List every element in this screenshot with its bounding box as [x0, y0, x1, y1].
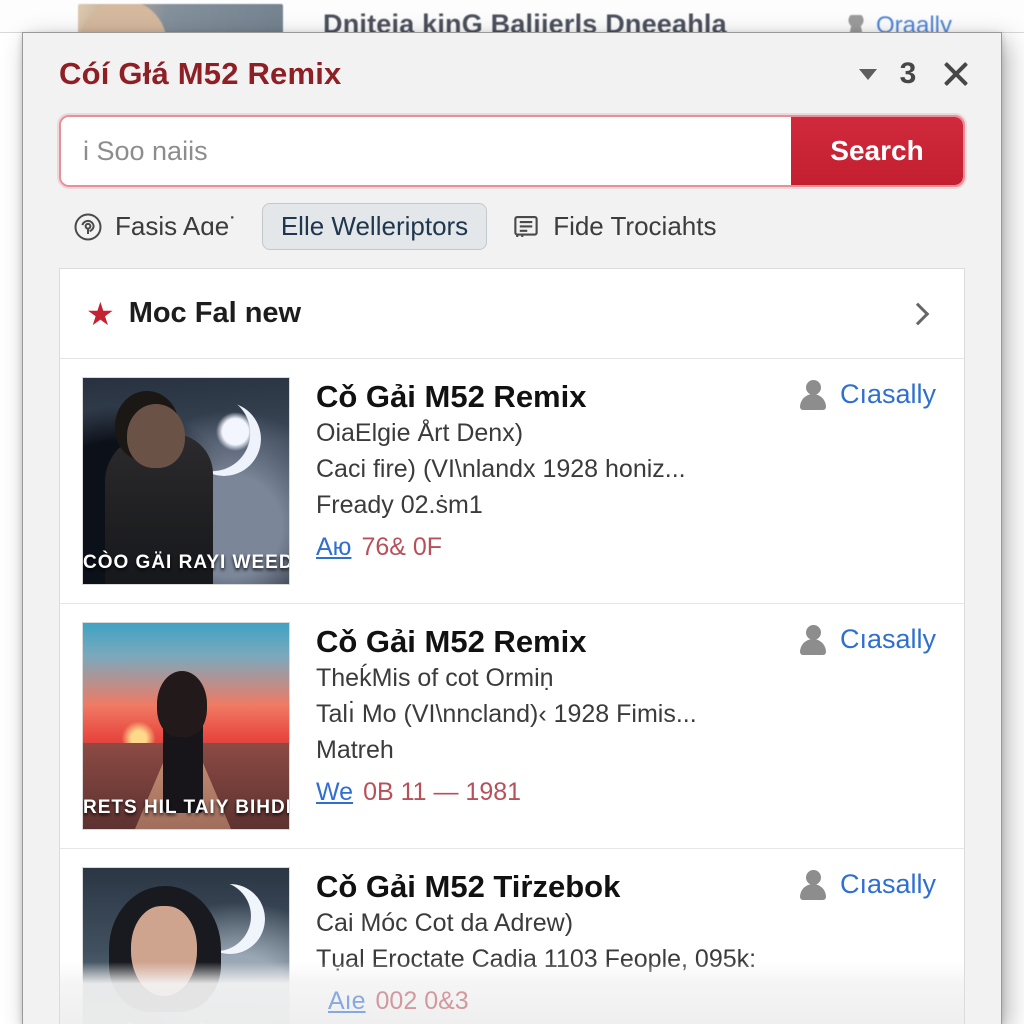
tab-label: Fide Trociahts: [553, 211, 717, 241]
thumbnail-face: [131, 906, 197, 996]
result-meta-stat: 76& 0F: [361, 533, 443, 562]
result-line-2: Tụal Eroctate Cadia 1103 Feople, 095k:: [316, 944, 757, 973]
thumbnail-hair: [157, 671, 207, 737]
tab-fide-trociahts[interactable]: Fide Trociahts: [497, 203, 730, 250]
person-icon: [799, 379, 826, 410]
result-meta-link[interactable]: We: [316, 778, 353, 806]
result-meta-link[interactable]: Аıe: [328, 987, 366, 1015]
result-meta-stat: 002 0&3: [375, 987, 469, 1015]
tab-fasis-age[interactable]: Fasis Aɑe˙: [59, 203, 252, 250]
result-meta-link[interactable]: Аю: [316, 533, 351, 561]
result-line-1: Cai Móc Cot da Adrew): [316, 908, 574, 937]
search-bar-container: Search: [23, 115, 1001, 187]
result-count-badge: 3: [899, 57, 917, 90]
result-thumbnail[interactable]: RETS HIL TAIY BIHDE: [82, 622, 290, 830]
dialog-titlebar: Cóí Głá M52 Remix 3: [23, 33, 1001, 115]
thumbnail-shirt: [99, 1021, 233, 1024]
section-title: Moc Fal new: [128, 297, 302, 329]
result-line-1: TheḱMis of cot Ormiṇ: [316, 663, 554, 692]
result-row[interactable]: RETS HIL TAIY BIHDE Cǒ Gải M52 Remix The…: [60, 604, 964, 849]
results-panel: ★ Moc Fal new CÒO GÄI RAYI WEEDER Cǒ Gải…: [59, 268, 965, 1024]
spiral-icon: [73, 212, 103, 242]
tab-label: Fasis Aɑe˙: [115, 211, 238, 241]
result-line-3: Matreh: [316, 736, 394, 765]
result-meta-stat: 0B 11 — 1981: [363, 778, 522, 807]
result-thumbnail[interactable]: [82, 867, 290, 1024]
search-bar: Search: [59, 115, 965, 187]
result-user-name[interactable]: Cıasally: [840, 624, 936, 655]
result-row[interactable]: CÒO GÄI RAYI WEEDER Cǒ Gải M52 Remix Oia…: [60, 359, 964, 604]
page-root: Dniteia kinG Baliierls Dneeahla Oraally …: [0, 0, 1024, 1024]
close-icon[interactable]: [939, 57, 973, 91]
result-user[interactable]: Cıasally: [799, 624, 936, 655]
chevron-down-icon[interactable]: [859, 68, 877, 80]
result-line-2: Caci fire) (VI\nlandx 1928 honiz...: [316, 454, 686, 483]
result-meta: Аıe 002 0&3: [328, 987, 469, 1016]
result-thumbnail[interactable]: CÒO GÄI RAYI WEEDER: [82, 377, 290, 585]
tab-elle-welleriptors[interactable]: Elle Welleriptors: [261, 203, 488, 250]
result-line-1: OiaElgie Årt Denx): [316, 418, 524, 447]
search-input[interactable]: [61, 117, 791, 185]
list-icon: [511, 212, 541, 242]
titlebar-actions: 3: [859, 57, 973, 91]
search-button[interactable]: Search: [791, 117, 963, 185]
search-dialog: Cóí Głá M52 Remix 3 Search: [22, 32, 1002, 1024]
result-info: Cǒ Gải M52 Remix TheḱMis of cot Ormiṇ Ta…: [316, 622, 942, 830]
result-info: Cǒ Gải M52 Remix OiaElgie Årt Denx) Caci…: [316, 377, 942, 585]
result-meta: We 0B 11 — 1981: [316, 778, 942, 807]
result-user[interactable]: Cıasally: [799, 379, 936, 410]
star-icon: ★: [86, 295, 115, 332]
thumbnail-head: [127, 404, 185, 468]
section-header-moc-fal-new[interactable]: ★ Moc Fal new: [60, 269, 964, 359]
result-line-2: Talı̇ Mo (VI\nncland)‹ 1928 Fimis...: [316, 699, 697, 728]
result-user[interactable]: Cıasally: [799, 869, 936, 900]
dialog-title: Cóí Głá M52 Remix: [59, 56, 342, 91]
result-row[interactable]: Cǒ Gải M52 Tiṙzebok Cai Móc Cot da Adrew…: [60, 849, 964, 1024]
chevron-right-icon[interactable]: [906, 302, 930, 325]
result-line-3: Fready 02.ṡm1: [316, 491, 483, 520]
tab-label: Elle Welleriptors: [280, 211, 469, 241]
person-icon: [799, 624, 826, 655]
result-user-name[interactable]: Cıasally: [840, 379, 936, 410]
filter-tabs: Fasis Aɑe˙ Elle Welleriptors Fide Trocia…: [23, 187, 1001, 268]
thumbnail-caption: RETS HIL TAIY BIHDE: [83, 797, 290, 818]
result-user-name[interactable]: Cıasally: [840, 869, 936, 900]
result-meta: Аю 76& 0F: [316, 533, 942, 562]
thumbnail-caption: CÒO GÄI RAYI WEEDER: [83, 552, 289, 573]
person-icon: [799, 869, 826, 900]
